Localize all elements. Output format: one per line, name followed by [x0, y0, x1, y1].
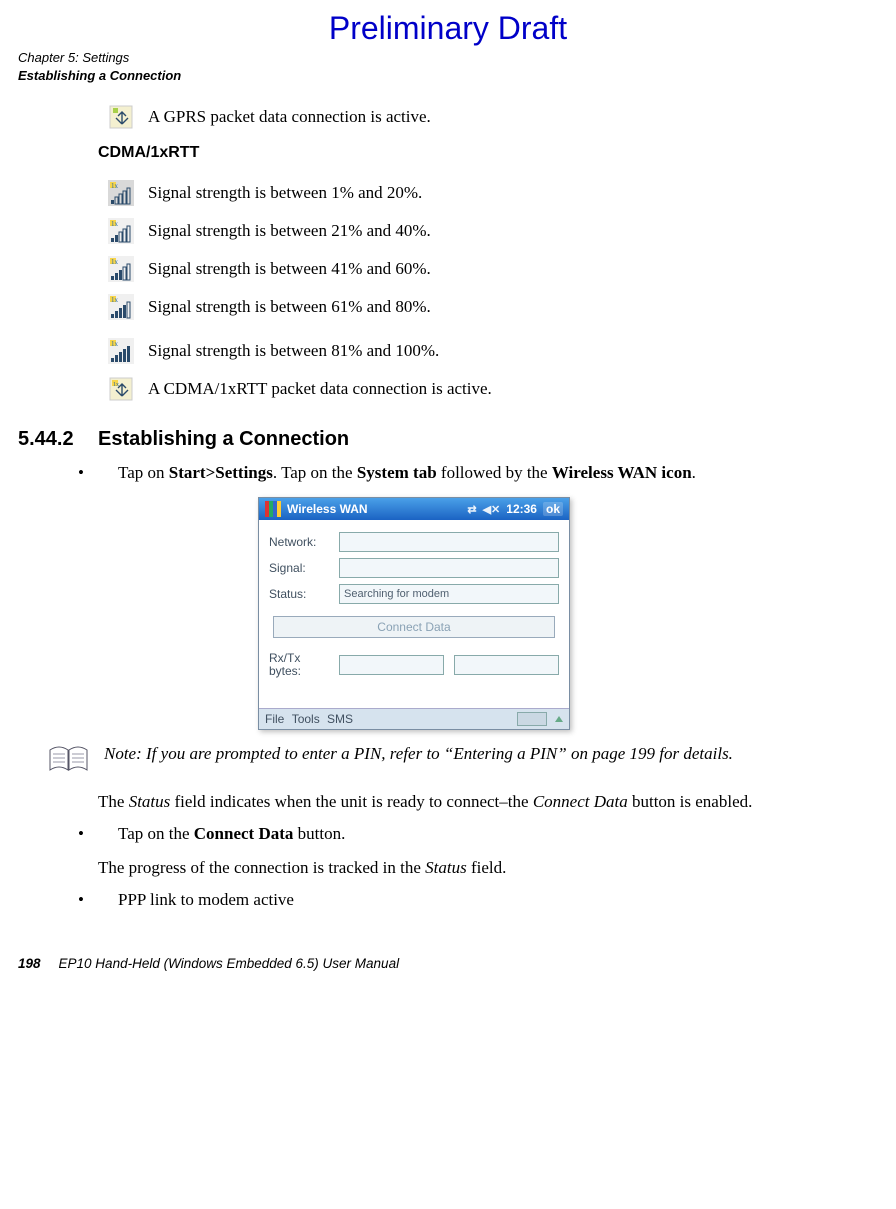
- svg-text:1x: 1x: [111, 258, 119, 266]
- wireless-wan-screenshot: Wireless WAN ⇄ ◀✕ 12:36 ok Network: Sign…: [258, 497, 878, 730]
- icon-row-signal-81-100: 1x Signal strength is between 81% and 10…: [108, 338, 878, 364]
- device-titlebar: Wireless WAN ⇄ ◀✕ 12:36 ok: [259, 498, 569, 520]
- note-text: Note: If you are prompted to enter a PIN…: [104, 744, 733, 774]
- menu-sms[interactable]: SMS: [327, 712, 353, 726]
- gprs-active-text: A GPRS packet data connection is active.: [148, 107, 431, 127]
- label-rxtx: Rx/Tx bytes:: [269, 652, 333, 678]
- menu-tools[interactable]: Tools: [292, 712, 320, 726]
- signal-21-40-icon: 1x: [108, 218, 134, 244]
- volume-icon: ◀✕: [483, 503, 501, 516]
- header-section: Establishing a Connection: [18, 67, 878, 85]
- signal-81-100-icon: 1x: [108, 338, 134, 364]
- field-status: Searching for modem: [339, 584, 559, 604]
- gprs-active-icon: [108, 104, 134, 130]
- section-title: Establishing a Connection: [98, 428, 349, 450]
- sip-arrow-icon[interactable]: [555, 716, 563, 722]
- svg-text:1x: 1x: [111, 296, 119, 304]
- signal-41-60-text: Signal strength is between 41% and 60%.: [148, 259, 431, 279]
- connect-data-button[interactable]: Connect Data: [273, 616, 555, 638]
- label-status: Status:: [269, 587, 333, 601]
- page-header: Chapter 5: Settings Establishing a Conne…: [18, 49, 878, 84]
- device-time: 12:36: [506, 502, 537, 516]
- device-title: Wireless WAN: [287, 502, 368, 516]
- signal-81-100-text: Signal strength is between 81% and 100%.: [148, 341, 439, 361]
- keyboard-icon[interactable]: [517, 712, 547, 726]
- ok-button[interactable]: ok: [543, 502, 563, 516]
- connectivity-icon: ⇄: [467, 503, 476, 516]
- section-5-44-2-heading: 5.44.2Establishing a Connection: [18, 428, 878, 451]
- field-network: [339, 532, 559, 552]
- label-network: Network:: [269, 535, 333, 549]
- manual-title: EP10 Hand-Held (Windows Embedded 6.5) Us…: [59, 956, 400, 971]
- menu-file[interactable]: File: [265, 712, 284, 726]
- step-1: •Tap on Start>Settings. Tap on the Syste…: [118, 463, 878, 483]
- signal-21-40-text: Signal strength is between 21% and 40%.: [148, 221, 431, 241]
- field-rx: [339, 655, 444, 675]
- signal-1-20-text: Signal strength is between 1% and 20%.: [148, 183, 422, 203]
- page-footer: 198 EP10 Hand-Held (Windows Embedded 6.5)…: [18, 956, 878, 971]
- signal-61-80-icon: 1x: [108, 294, 134, 320]
- cdma-active-icon: 1x: [108, 376, 134, 402]
- preliminary-draft-watermark: Preliminary Draft: [18, 10, 878, 47]
- label-signal: Signal:: [269, 561, 333, 575]
- note-pin: Note: If you are prompted to enter a PIN…: [48, 744, 848, 774]
- icon-row-signal-41-60: 1x Signal strength is between 41% and 60…: [108, 256, 878, 282]
- cdma-active-text: A CDMA/1xRTT packet data connection is a…: [148, 379, 492, 399]
- svg-text:1x: 1x: [111, 340, 119, 348]
- icon-row-cdma-active: 1x A CDMA/1xRTT packet data connection i…: [108, 376, 878, 402]
- icon-row-gprs-active: A GPRS packet data connection is active.: [108, 104, 878, 130]
- cdma-1xrtt-heading: CDMA/1xRTT: [98, 144, 878, 162]
- icon-row-signal-1-20: 1x Signal strength is between 1% and 20%…: [108, 180, 878, 206]
- header-chapter: Chapter 5: Settings: [18, 49, 878, 67]
- signal-1-20-icon: 1x: [108, 180, 134, 206]
- svg-text:1x: 1x: [111, 182, 119, 190]
- step-3: •PPP link to modem active: [118, 890, 878, 910]
- signal-61-80-text: Signal strength is between 61% and 80%.: [148, 297, 431, 317]
- status-ready-paragraph: The Status field indicates when the unit…: [98, 792, 858, 812]
- page-number: 198: [18, 956, 41, 971]
- svg-text:1x: 1x: [111, 220, 119, 228]
- field-signal: [339, 558, 559, 578]
- device-bottombar: File Tools SMS: [259, 708, 569, 729]
- icon-row-signal-21-40: 1x Signal strength is between 21% and 40…: [108, 218, 878, 244]
- section-number: 5.44.2: [18, 428, 98, 451]
- progress-paragraph: The progress of the connection is tracke…: [98, 858, 858, 878]
- note-book-icon: [48, 744, 90, 774]
- step-2: •Tap on the Connect Data button.: [118, 824, 878, 844]
- signal-41-60-icon: 1x: [108, 256, 134, 282]
- field-tx: [454, 655, 559, 675]
- icon-row-signal-61-80: 1x Signal strength is between 61% and 80…: [108, 294, 878, 320]
- windows-flag-icon: [265, 501, 281, 517]
